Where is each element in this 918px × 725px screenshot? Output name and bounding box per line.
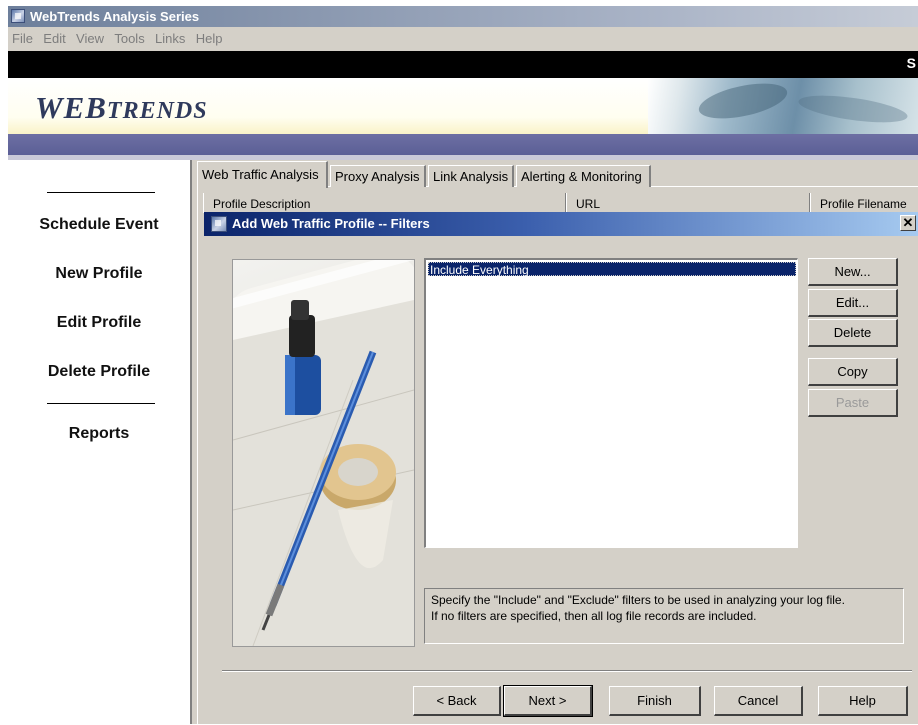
banner-image (648, 78, 918, 134)
dialog-title: Add Web Traffic Profile -- Filters (232, 216, 430, 231)
copy-filter-button[interactable]: Copy (808, 358, 898, 386)
paste-filter-button[interactable]: Paste (808, 389, 898, 417)
finish-button[interactable]: Finish (609, 686, 701, 716)
tab-proxy-analysis[interactable]: Proxy Analysis (330, 165, 426, 187)
webtrends-logo: WEBTRENDS (35, 90, 208, 126)
help-button[interactable]: Help (818, 686, 908, 716)
wizard-photo (232, 259, 415, 647)
profile-list-header: Profile Description URL Profile Filename (203, 193, 918, 213)
window-titlebar: WebTrends Analysis Series (8, 6, 918, 27)
tab-link-analysis[interactable]: Link Analysis (428, 165, 514, 187)
edit-filter-button[interactable]: Edit... (808, 289, 898, 317)
banner: WEBTRENDS (8, 78, 918, 134)
black-bar-text: S (906, 55, 916, 71)
tab-alerting-monitoring[interactable]: Alerting & Monitoring (516, 165, 651, 187)
sidebar-item-edit-profile[interactable]: Edit Profile (8, 314, 190, 332)
sidebar-item-reports[interactable]: Reports (8, 425, 190, 443)
logo-main-text: WEB (35, 90, 107, 125)
filters-dialog: Add Web Traffic Profile -- Filters ✕ Inc… (204, 212, 918, 724)
delete-filter-button[interactable]: Delete (808, 319, 898, 347)
menu-edit[interactable]: Edit (43, 31, 65, 46)
sidebar-divider (47, 192, 155, 193)
sidebar-item-new-profile[interactable]: New Profile (8, 265, 190, 283)
dialog-app-icon (211, 216, 227, 232)
logo-sub-text: TRENDS (106, 98, 208, 124)
column-profile-filename[interactable]: Profile Filename (810, 193, 918, 213)
banner-stripe (8, 134, 918, 155)
info-line-2: If no filters are specified, then all lo… (431, 609, 757, 623)
menu-tools[interactable]: Tools (114, 31, 144, 46)
info-line-1: Specify the "Include" and "Exclude" filt… (431, 593, 845, 607)
pencil-illustration (233, 260, 414, 646)
menu-file[interactable]: File (12, 31, 33, 46)
sidebar-item-delete-profile[interactable]: Delete Profile (8, 363, 190, 381)
window-title: WebTrends Analysis Series (30, 9, 200, 24)
info-text: Specify the "Include" and "Exclude" filt… (424, 592, 904, 642)
column-profile-description[interactable]: Profile Description (203, 193, 566, 213)
new-filter-button[interactable]: New... (808, 258, 898, 286)
cancel-button[interactable]: Cancel (714, 686, 803, 716)
menu-links[interactable]: Links (155, 31, 185, 46)
filter-list[interactable]: Include Everything (424, 258, 798, 548)
dialog-separator (222, 670, 912, 672)
menu-help[interactable]: Help (196, 31, 223, 46)
sidebar-divider (47, 403, 155, 404)
app-icon (11, 9, 25, 23)
close-icon[interactable]: ✕ (900, 215, 916, 231)
filter-item-include-everything[interactable]: Include Everything (428, 262, 796, 277)
next-button[interactable]: Next > (503, 685, 593, 717)
column-url[interactable]: URL (566, 193, 810, 213)
back-button[interactable]: < Back (413, 686, 501, 716)
dialog-titlebar: Add Web Traffic Profile -- Filters ✕ (204, 212, 918, 236)
menu-bar: File Edit View Tools Links Help (8, 27, 918, 51)
menu-view[interactable]: View (76, 31, 104, 46)
tab-web-traffic-analysis[interactable]: Web Traffic Analysis (197, 161, 328, 188)
sidebar-item-schedule-event[interactable]: Schedule Event (8, 216, 190, 234)
sidebar: Schedule Event New Profile Edit Profile … (8, 160, 190, 724)
top-black-bar: S (8, 51, 918, 78)
